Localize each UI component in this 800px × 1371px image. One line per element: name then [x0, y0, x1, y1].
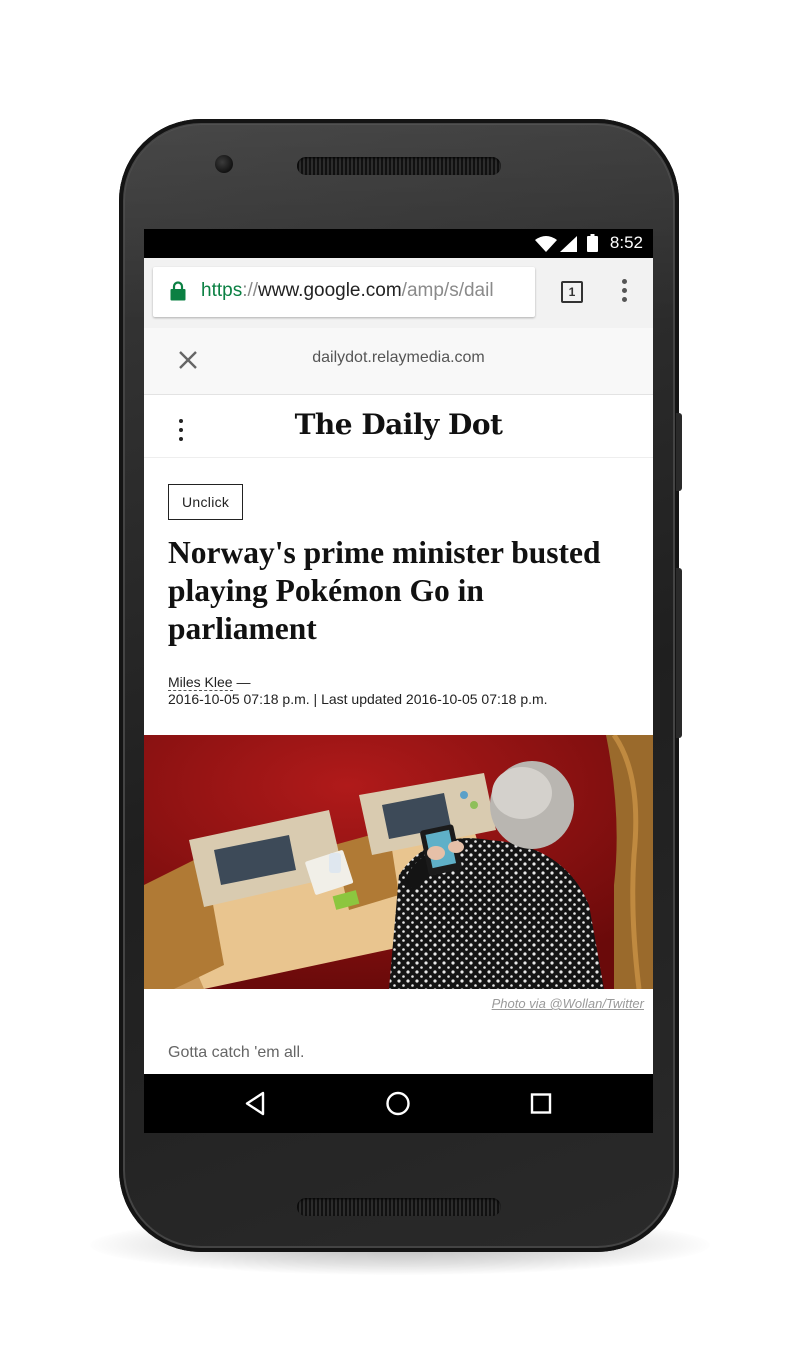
lock-icon — [170, 281, 186, 301]
amp-source-domain: dailydot.relaymedia.com — [312, 349, 485, 366]
author-link[interactable]: Miles Klee — [168, 674, 233, 691]
browser-toolbar: https://www.google.com/amp/s/dail 1 — [144, 258, 653, 328]
article-hero-image — [144, 735, 653, 989]
dateline: 2016-10-05 07:18 p.m. | Last updated 201… — [168, 691, 548, 707]
url-bar[interactable]: https://www.google.com/amp/s/dail — [153, 267, 535, 317]
wifi-icon — [535, 236, 557, 252]
image-caption[interactable]: Photo via @Wollan/Twitter — [492, 996, 644, 1011]
site-logo[interactable]: The Daily Dot — [144, 408, 653, 441]
overflow-menu-icon[interactable] — [614, 279, 634, 305]
tab-switcher-button[interactable]: 1 — [561, 281, 583, 303]
top-speaker-grille — [297, 157, 501, 175]
status-bar: 8:52 — [144, 229, 653, 258]
back-icon[interactable] — [215, 1074, 295, 1133]
amp-viewer-header: dailydot.relaymedia.com — [144, 328, 653, 395]
site-header: The Daily Dot — [144, 395, 653, 458]
battery-icon — [587, 234, 598, 252]
category-tag[interactable]: Unclick — [168, 484, 244, 520]
home-icon[interactable] — [358, 1074, 438, 1133]
volume-rocker — [676, 568, 682, 738]
article-headline: Norway's prime minister busted playing P… — [168, 535, 601, 646]
byline: Miles Klee — 2016-10-05 07:18 p.m. | Las… — [168, 674, 638, 708]
article-dek: Gotta catch 'em all. — [168, 1044, 305, 1061]
url-text: https://www.google.com/amp/s/dail — [201, 280, 494, 301]
bottom-speaker-grille — [297, 1198, 501, 1216]
android-nav-bar — [144, 1074, 653, 1133]
phone-screen: 8:52 https://www.google.com/amp/s/dail 1… — [144, 229, 653, 1133]
power-button — [676, 413, 682, 491]
cell-signal-icon — [560, 236, 577, 252]
front-camera — [215, 155, 233, 173]
recents-icon[interactable] — [501, 1074, 581, 1133]
article-header: Unclick Norway's prime minister busted p… — [168, 484, 638, 708]
status-time: 8:52 — [609, 233, 643, 252]
